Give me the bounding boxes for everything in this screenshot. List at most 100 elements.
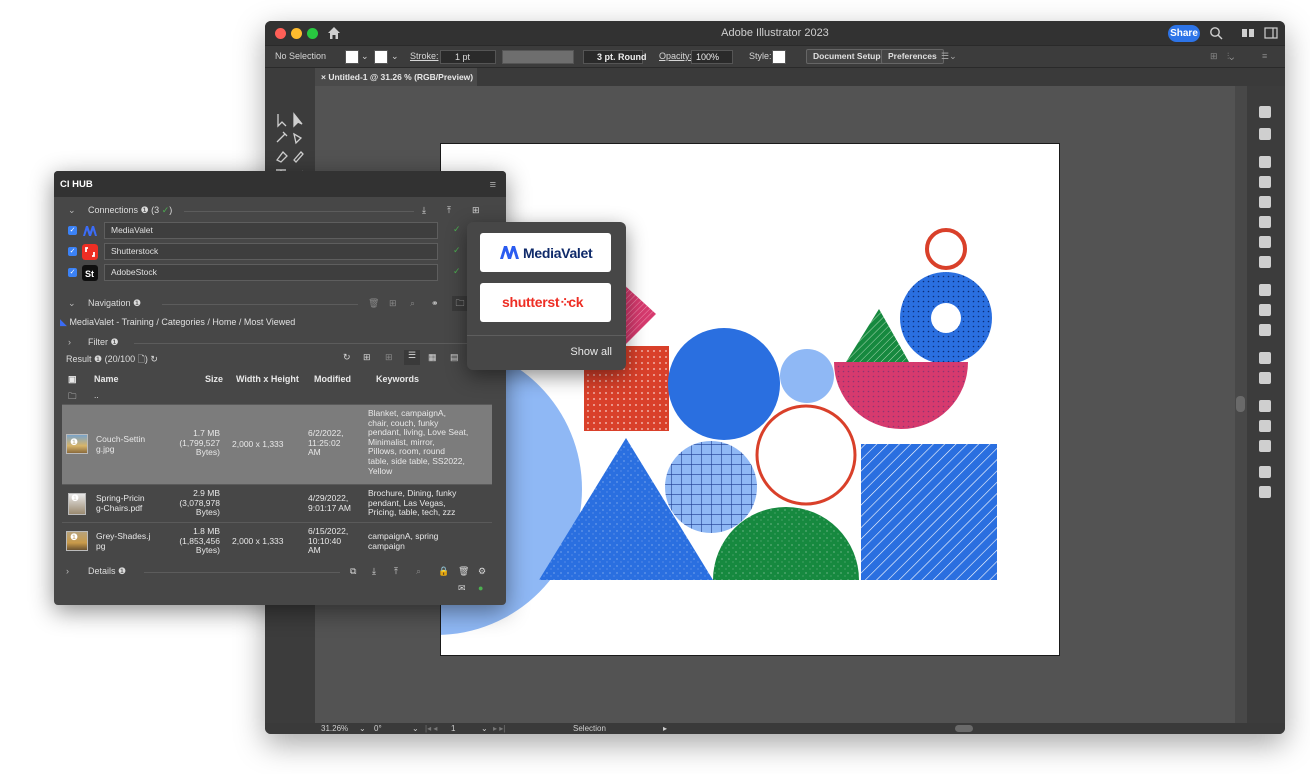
open-external-icon[interactable]: ⧉ bbox=[350, 566, 356, 577]
info-icon[interactable]: ❶ bbox=[71, 493, 79, 504]
export-icon[interactable] bbox=[1259, 440, 1271, 452]
document-setup-button[interactable]: Document Setup bbox=[806, 49, 888, 64]
status-menu-icon[interactable]: ▸ bbox=[663, 724, 667, 733]
artboard[interactable] bbox=[440, 143, 1060, 656]
chevron-down-icon[interactable]: ⌄ bbox=[68, 298, 76, 309]
artboard-dropdown-icon[interactable]: ⌄ bbox=[481, 724, 488, 733]
stroke-label[interactable]: Stroke: bbox=[410, 51, 439, 61]
share-button[interactable]: Share bbox=[1168, 25, 1200, 42]
column-name[interactable]: Name bbox=[94, 374, 119, 384]
table-view-icon[interactable]: ▦ bbox=[428, 352, 437, 363]
stroke-panel-icon[interactable] bbox=[1259, 284, 1271, 296]
stroke-swatch[interactable] bbox=[374, 50, 388, 64]
puppet-warp-icon[interactable] bbox=[1259, 176, 1271, 188]
grid-small-icon[interactable]: ⊞ bbox=[385, 352, 393, 363]
image-trace-icon[interactable] bbox=[1259, 156, 1271, 168]
graphic-styles-icon[interactable] bbox=[1259, 372, 1271, 384]
mediavalet-card[interactable]: MediaValet bbox=[480, 233, 611, 272]
trash-icon[interactable]: 🗑 bbox=[458, 566, 469, 577]
search-icon[interactable] bbox=[1209, 26, 1223, 40]
parent-folder-row[interactable]: 🗀 .. bbox=[62, 389, 492, 405]
arrange-documents-icon[interactable]: ☰⌄ bbox=[941, 51, 957, 62]
document-tab[interactable]: × Untitled-1 @ 31.26 % (RGB/Preview) bbox=[315, 68, 477, 86]
workspace-layout-icon[interactable] bbox=[1241, 26, 1255, 40]
first-artboard-icon[interactable]: |◂ ◂ bbox=[425, 724, 437, 733]
grid-large-icon[interactable]: ⊞ bbox=[363, 352, 371, 363]
panel-toggle-icon[interactable] bbox=[1264, 26, 1278, 40]
style-swatch[interactable] bbox=[772, 50, 786, 64]
zoom-icon[interactable]: ⌕ bbox=[416, 566, 421, 577]
column-dimensions[interactable]: Width x Height bbox=[236, 374, 299, 384]
connection-item-mediavalet[interactable]: ✓ MediaValet ✓ bbox=[68, 222, 468, 240]
zoom-level[interactable]: 31.26% bbox=[321, 724, 348, 733]
info-icon[interactable]: ❶ bbox=[70, 532, 78, 543]
panel-menu-icon[interactable]: ≡ bbox=[490, 179, 496, 191]
chevron-down-icon[interactable]: ⌄ bbox=[68, 205, 76, 216]
gradient-panel-icon[interactable] bbox=[1259, 304, 1271, 316]
trash-icon[interactable]: 🗑 bbox=[368, 298, 379, 309]
preferences-button[interactable]: Preferences bbox=[881, 49, 944, 64]
navigation-section-header[interactable]: ⌄ Navigation ❶ 🗑 ⊞ ⌕ ⚭ 🗀 bbox=[54, 295, 506, 313]
vertical-scrollbar[interactable] bbox=[1235, 86, 1247, 723]
list-view-icon[interactable]: ☰ bbox=[404, 350, 420, 365]
sync-icon[interactable]: ↻ bbox=[343, 352, 351, 363]
info-icon[interactable]: ❶ bbox=[111, 337, 119, 347]
breadcrumb[interactable]: ◣ MediaValet - Training / Categories / H… bbox=[60, 317, 295, 328]
link-icon[interactable]: ⚭ bbox=[431, 298, 439, 309]
details-section-header[interactable]: › Details ❶ ⧉ ⤓ ⤒ ⌕ 🔒 🗑 ⚙ bbox=[54, 563, 506, 581]
table-row[interactable]: ❶ Spring-Pricin g-Chairs.pdf 2.9 MB (3,0… bbox=[62, 485, 492, 523]
detail-view-icon[interactable]: ▤ bbox=[450, 352, 459, 363]
align-icon[interactable]: ⊞ bbox=[1210, 51, 1218, 62]
gear-icon[interactable]: ⚙ bbox=[478, 566, 486, 577]
lock-icon[interactable]: 🔒 bbox=[438, 566, 449, 577]
rotation-value[interactable]: 0° bbox=[374, 724, 382, 733]
upload-icon[interactable]: ⤒ bbox=[447, 205, 451, 216]
opacity-label[interactable]: Opacity: bbox=[659, 51, 692, 61]
opacity-input[interactable]: 100% bbox=[691, 50, 733, 64]
pathfinder-icon[interactable] bbox=[1259, 256, 1271, 268]
transform-icon[interactable]: ⫶⌄ bbox=[1227, 51, 1234, 62]
layers-panel-icon[interactable] bbox=[1259, 400, 1271, 412]
variable-width-dropdown[interactable] bbox=[502, 50, 574, 64]
info-icon[interactable]: ❶ bbox=[118, 566, 126, 576]
brush-definition-dropdown[interactable]: 3 pt. Round bbox=[583, 50, 647, 64]
appearance-panel-icon[interactable] bbox=[1259, 352, 1271, 364]
connection-item-shutterstock[interactable]: ✓ Shutterstock ✓ bbox=[68, 243, 468, 261]
download-icon[interactable]: ⤓ bbox=[372, 566, 376, 577]
chevron-right-icon[interactable]: › bbox=[66, 566, 69, 576]
column-modified[interactable]: Modified bbox=[314, 374, 351, 384]
ci-hub-panel-icon[interactable] bbox=[1259, 486, 1271, 498]
show-all-link[interactable]: Show all bbox=[570, 346, 612, 358]
checkbox[interactable]: ✓ bbox=[68, 226, 77, 235]
shutterstock-card[interactable]: shutterst⁘ck bbox=[480, 283, 611, 322]
download-icon[interactable]: ⤓ bbox=[422, 205, 426, 216]
table-row[interactable]: ❶ Couch-Settin g.jpg 1.7 MB (1,799,527 B… bbox=[62, 405, 492, 485]
properties-icon[interactable] bbox=[1259, 128, 1271, 140]
checkbox[interactable]: ✓ bbox=[68, 268, 77, 277]
libraries-icon[interactable] bbox=[1259, 106, 1271, 118]
rotation-dropdown-icon[interactable]: ⌄ bbox=[412, 724, 419, 733]
search-icon[interactable]: ⌕ bbox=[410, 298, 415, 309]
page-icon[interactable]: 🗋 bbox=[138, 354, 145, 364]
mail-icon[interactable]: ✉ bbox=[458, 583, 466, 594]
column-keywords[interactable]: Keywords bbox=[376, 374, 419, 384]
adjustments-icon[interactable] bbox=[1259, 466, 1271, 478]
info-icon[interactable]: ❶ bbox=[70, 437, 78, 448]
vertical-scroll-thumb[interactable] bbox=[1236, 396, 1245, 412]
zoom-dropdown-icon[interactable]: ⌄ bbox=[359, 724, 366, 733]
upload-icon[interactable]: ⤒ bbox=[394, 566, 398, 577]
control-menu-icon[interactable]: ≡ bbox=[1262, 51, 1267, 61]
grid-view-icon[interactable]: ⊞ bbox=[389, 298, 397, 309]
horizontal-scroll-thumb[interactable] bbox=[955, 725, 973, 732]
connections-section-header[interactable]: ⌄ Connections ❶ (3 ✓) ⤓ ⤒ ⊞ bbox=[54, 202, 506, 220]
refresh-icon[interactable]: ↻ bbox=[150, 354, 158, 364]
table-row[interactable]: ❶ Grey-Shades.j pg 1.8 MB (1,853,456 Byt… bbox=[62, 523, 492, 561]
breadcrumb-path[interactable]: MediaValet - Training / Categories / Hom… bbox=[69, 317, 295, 327]
connection-item-adobestock[interactable]: ✓ St AdobeStock ✓ bbox=[68, 264, 468, 282]
info-icon[interactable]: ❶ bbox=[133, 298, 141, 308]
artboards-panel-icon[interactable] bbox=[1259, 420, 1271, 432]
last-artboard-icon[interactable]: ▸ ▸| bbox=[493, 724, 505, 733]
stroke-dropdown-icon[interactable]: ⌄ bbox=[391, 51, 399, 62]
symbols-icon[interactable] bbox=[1259, 196, 1271, 208]
info-icon[interactable]: ❶ bbox=[94, 354, 102, 364]
